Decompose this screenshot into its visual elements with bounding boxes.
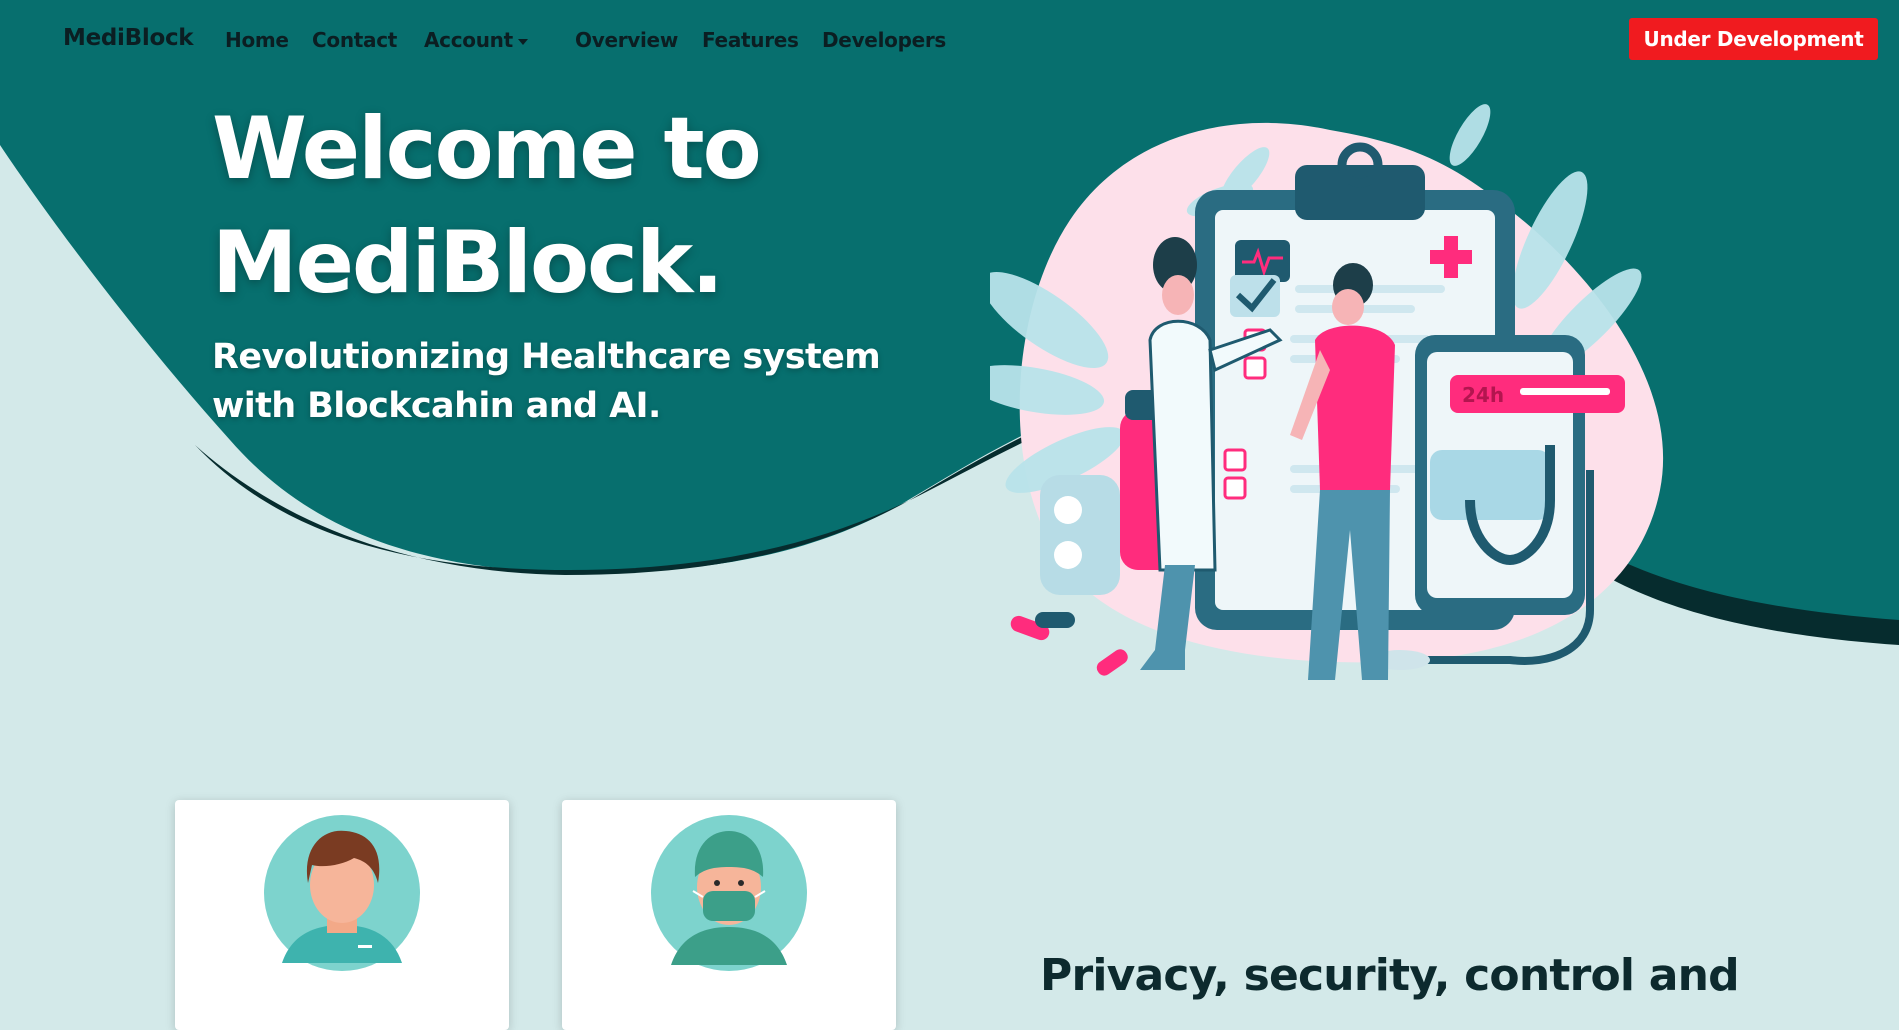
- patient-card[interactable]: [175, 800, 509, 1030]
- top-navbar: MediBlock Home Contact Account Overview …: [0, 3, 1899, 73]
- hero-subtitle: Revolutionizing Healthcare system with B…: [212, 337, 881, 426]
- brand-logo[interactable]: MediBlock: [63, 25, 194, 51]
- hero-title: Welcome to MediBlock.: [212, 99, 762, 313]
- pill-icon: [1010, 612, 1128, 676]
- nav-link-home[interactable]: Home: [225, 28, 289, 52]
- doctor-card[interactable]: [562, 800, 896, 1030]
- healthcare-illustration: 24h: [990, 104, 1664, 680]
- nav-link-overview[interactable]: Overview: [575, 28, 678, 52]
- nav-account-dropdown[interactable]: Account: [424, 28, 528, 52]
- patient-avatar-icon: [264, 815, 420, 971]
- under-development-badge[interactable]: Under Development: [1629, 18, 1878, 60]
- hours-label: 24h: [1462, 383, 1504, 407]
- privacy-heading: Privacy, security, control and: [1040, 950, 1740, 1001]
- nav-account-label: Account: [424, 28, 513, 52]
- chevron-down-icon: [517, 38, 528, 45]
- nav-link-contact[interactable]: Contact: [312, 28, 397, 52]
- nav-link-developers[interactable]: Developers: [822, 28, 946, 52]
- nav-link-features[interactable]: Features: [702, 28, 799, 52]
- doctor-avatar-icon: [651, 815, 807, 971]
